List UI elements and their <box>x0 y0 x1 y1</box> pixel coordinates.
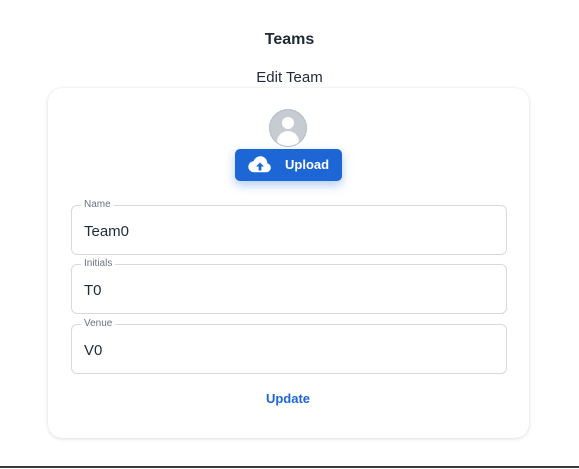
name-input[interactable] <box>84 220 484 242</box>
initials-field-label: Initials <box>81 258 116 270</box>
name-field[interactable]: Name <box>71 199 507 255</box>
upload-button[interactable]: Upload <box>235 149 342 181</box>
update-button[interactable]: Update <box>238 386 338 410</box>
venue-field[interactable]: Venue <box>71 318 507 374</box>
name-field-label: Name <box>81 199 114 211</box>
venue-input[interactable] <box>84 339 484 361</box>
avatar[interactable] <box>270 110 306 146</box>
initials-input[interactable] <box>84 279 484 301</box>
page-title: Teams <box>264 31 315 48</box>
edit-team-card: Upload Name Initials Venue Update <box>48 88 529 438</box>
page: Teams Edit Team Upload Name Initials Ven… <box>0 0 579 469</box>
initials-field[interactable]: Initials <box>71 258 507 314</box>
upload-button-label: Upload <box>285 157 330 172</box>
section-title: Edit Team <box>256 69 323 86</box>
cloud-upload-icon <box>248 156 271 173</box>
bottom-divider <box>0 466 579 468</box>
venue-field-label: Venue <box>81 318 116 330</box>
